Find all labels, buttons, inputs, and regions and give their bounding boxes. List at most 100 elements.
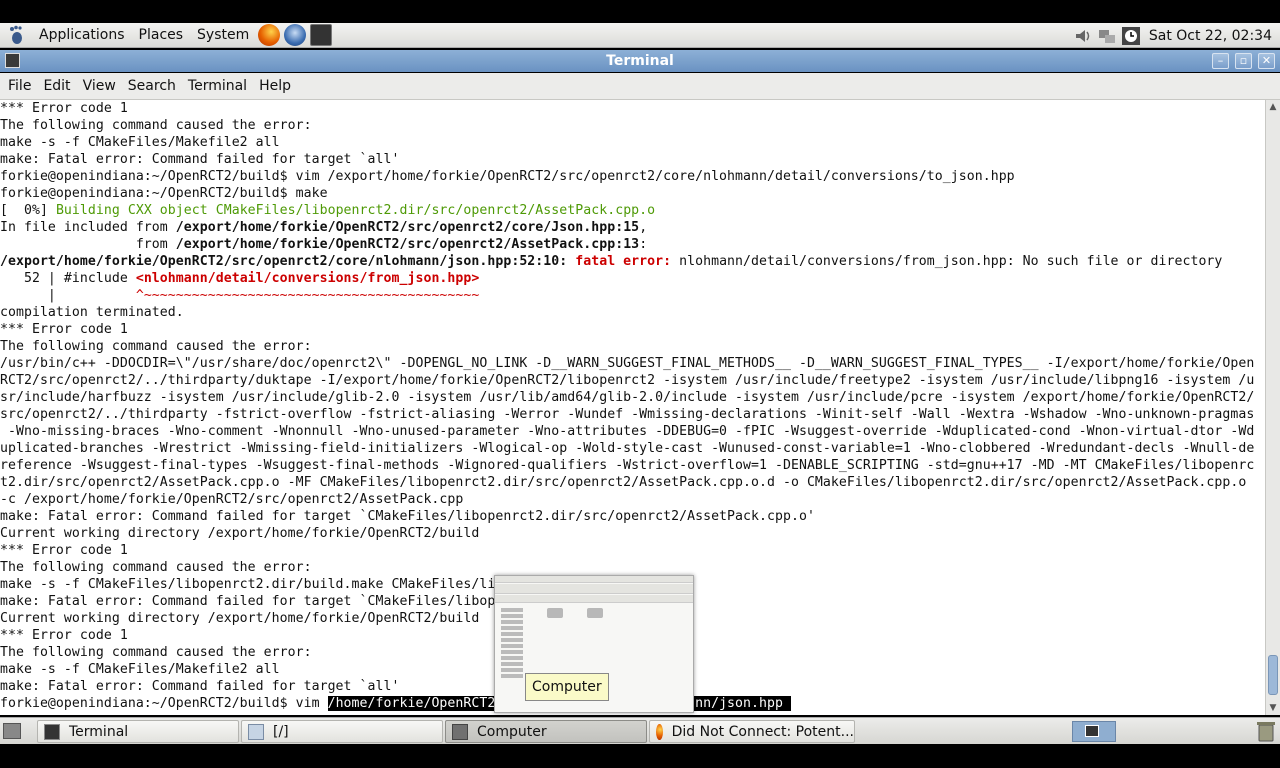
menu-edit[interactable]: Edit (37, 78, 76, 94)
bottom-panel: Terminal [/] Computer Did Not Connect: P… (0, 717, 1280, 744)
terminal-text: -c /export/home/forkie/OpenRCT2/src/open… (0, 492, 464, 507)
task-computer[interactable]: Computer (445, 720, 647, 743)
terminal-line: RCT2/src/openrct2/../thirdparty/duktape … (0, 372, 1265, 389)
terminal-line: The following command caused the error: (0, 117, 1265, 134)
scroll-thumb[interactable] (1268, 655, 1278, 695)
terminal-line: *** Error code 1 (0, 321, 1265, 338)
terminal-text: The following command caused the error: (0, 645, 312, 660)
terminal-text: /usr/bin/c++ -DDOCDIR=\"/usr/share/doc/o… (0, 356, 1255, 371)
system-menu[interactable]: System (190, 23, 256, 48)
terminal-line: compilation terminated. (0, 304, 1265, 321)
task-terminal[interactable]: Terminal (37, 720, 239, 743)
terminal-text: make -s -f CMakeFiles/Makefile2 all (0, 662, 280, 677)
task-label: [/] (273, 723, 289, 740)
terminal-line: The following command caused the error: (0, 559, 1265, 576)
terminal-line: /usr/bin/c++ -DDOCDIR=\"/usr/share/doc/o… (0, 355, 1265, 372)
terminal-line: /export/home/forkie/OpenRCT2/src/openrct… (0, 253, 1265, 270)
folder-icon (248, 723, 264, 740)
task-label: Did Not Connect: Potent... (671, 723, 854, 740)
terminal-line: reference -Wsuggest-final-types -Wsugges… (0, 457, 1265, 474)
terminal-text: t2.dir/src/openrct2/AssetPack.cpp.o -MF … (0, 475, 1247, 490)
terminal-text: uplicated-branches -Wrestrict -Wmissing-… (0, 441, 1255, 456)
terminal-text: -Wno-missing-braces -Wno-comment -Wnonnu… (0, 424, 1255, 439)
terminal-text: sr/include/harfbuzz -isystem /usr/includ… (0, 390, 1255, 405)
cdrom-drive-icon (547, 608, 563, 618)
close-button[interactable]: ✕ (1258, 53, 1275, 69)
network-icon[interactable] (1097, 26, 1117, 46)
terminal-line: Current working directory /export/home/f… (0, 525, 1265, 542)
scroll-down-arrow-icon[interactable]: ▼ (1266, 701, 1280, 715)
places-menu[interactable]: Places (132, 23, 191, 48)
terminal-icon[interactable] (310, 24, 333, 46)
task-label: Computer (477, 723, 547, 740)
terminal-text: Building CXX object CMakeFiles/libopenrc… (55, 203, 656, 218)
terminal-line: src/openrct2/../thirdparty -fstrict-over… (0, 406, 1265, 423)
menubar: File Edit View Search Terminal Help (0, 73, 1280, 100)
terminal-text: compilation terminated. (0, 305, 184, 320)
volume-icon[interactable] (1073, 26, 1093, 46)
terminal-line: make: Fatal error: Command failed for ta… (0, 151, 1265, 168)
window-titlebar[interactable]: Terminal – ▫ ✕ (0, 50, 1280, 72)
terminal-line: The following command caused the error: (0, 338, 1265, 355)
workspace-switcher[interactable] (1072, 721, 1116, 742)
terminal-text: /export/home/forkie/OpenRCT2/src/openrct… (0, 254, 576, 269)
terminal-text: RCT2/src/openrct2/../thirdparty/duktape … (0, 373, 1255, 388)
terminal-text: *** Error code 1 (0, 628, 128, 643)
terminal-text: | (0, 288, 136, 303)
menu-help[interactable]: Help (253, 78, 297, 94)
terminal-text: ann/json.hpp (687, 696, 791, 711)
task-folder[interactable]: [/] (241, 720, 443, 743)
terminal-text: *** Error code 1 (0, 101, 128, 116)
terminal-line: In file included from /export/home/forki… (0, 219, 1265, 236)
preview-tooltip: Computer (525, 673, 609, 701)
terminal-text: <nlohmann/detail/conversions/from_json.h… (135, 271, 480, 286)
terminal-text: Current working directory /export/home/f… (0, 526, 480, 541)
menu-search[interactable]: Search (122, 78, 182, 94)
terminal-text: make -s -f CMakeFiles/Makefile2 all (0, 135, 280, 150)
task-firefox[interactable]: Did Not Connect: Potent... (649, 720, 855, 743)
terminal-text: make: Fatal error: Command failed for ta… (0, 152, 400, 167)
terminal-line: | ^~~~~~~~~~~~~~~~~~~~~~~~~~~~~~~~~~~~~~… (0, 287, 1265, 304)
menu-terminal[interactable]: Terminal (182, 78, 253, 94)
terminal-text: make: Fatal error: Command failed for ta… (0, 509, 815, 524)
terminal-line: *** Error code 1 (0, 542, 1265, 559)
thunderbird-icon[interactable] (284, 24, 307, 46)
terminal-line: forkie@openindiana:~/OpenRCT2/build$ mak… (0, 185, 1265, 202)
terminal-text: from (0, 237, 176, 252)
maximize-button[interactable]: ▫ (1235, 53, 1252, 69)
terminal-text: reference -Wsuggest-final-types -Wsugges… (0, 458, 1255, 473)
preview-menubar (495, 576, 693, 583)
clock-display[interactable]: Sat Oct 22, 02:34 (1143, 28, 1280, 44)
terminal-text: make: Fatal error: Command failed for ta… (0, 679, 400, 694)
terminal-line: *** Error code 1 (0, 100, 1265, 117)
terminal-text: nlohmann/detail/conversions/from_json.hp… (679, 254, 1223, 269)
clock-icon[interactable] (1121, 26, 1141, 46)
terminal-text: /home/forkie/OpenRCT2 (327, 696, 496, 711)
system-tray: Sat Oct 22, 02:34 (1071, 23, 1280, 48)
trash-icon[interactable] (1256, 720, 1276, 742)
terminal-text: The following command caused the error: (0, 560, 312, 575)
terminal-text: forkie@openindiana:~/OpenRCT2/build$ vim… (0, 169, 1015, 184)
menu-file[interactable]: File (2, 78, 37, 94)
firefox-icon[interactable] (258, 24, 281, 46)
terminal-text: /export/home/forkie/OpenRCT2/src/openrct… (175, 237, 640, 252)
terminal-text: 52 | #include (0, 271, 136, 286)
terminal-text: forkie@openindiana:~/OpenRCT2/build$ mak… (0, 186, 328, 201)
terminal-line: forkie@openindiana:~/OpenRCT2/build$ vim… (0, 168, 1265, 185)
show-desktop-icon[interactable] (3, 723, 21, 739)
scroll-up-arrow-icon[interactable]: ▲ (1266, 100, 1280, 114)
applications-menu[interactable]: Applications (32, 23, 132, 48)
minimize-button[interactable]: – (1212, 53, 1229, 69)
filesystem-drive-icon (587, 608, 603, 618)
firefox-icon (656, 723, 663, 740)
gnome-foot-icon[interactable] (6, 24, 28, 46)
window-menu-icon[interactable] (5, 53, 20, 68)
terminal-text: In file included from (0, 220, 176, 235)
terminal-scrollbar[interactable]: ▲ ▼ (1265, 100, 1280, 715)
top-panel: Applications Places System Sat Oct 22, 0… (0, 23, 1280, 48)
terminal-line: uplicated-branches -Wrestrict -Wmissing-… (0, 440, 1265, 457)
terminal-line: -Wno-missing-braces -Wno-comment -Wnonnu… (0, 423, 1265, 440)
preview-sidebar (497, 606, 527, 706)
terminal-line: make -s -f CMakeFiles/Makefile2 all (0, 134, 1265, 151)
menu-view[interactable]: View (77, 78, 122, 94)
